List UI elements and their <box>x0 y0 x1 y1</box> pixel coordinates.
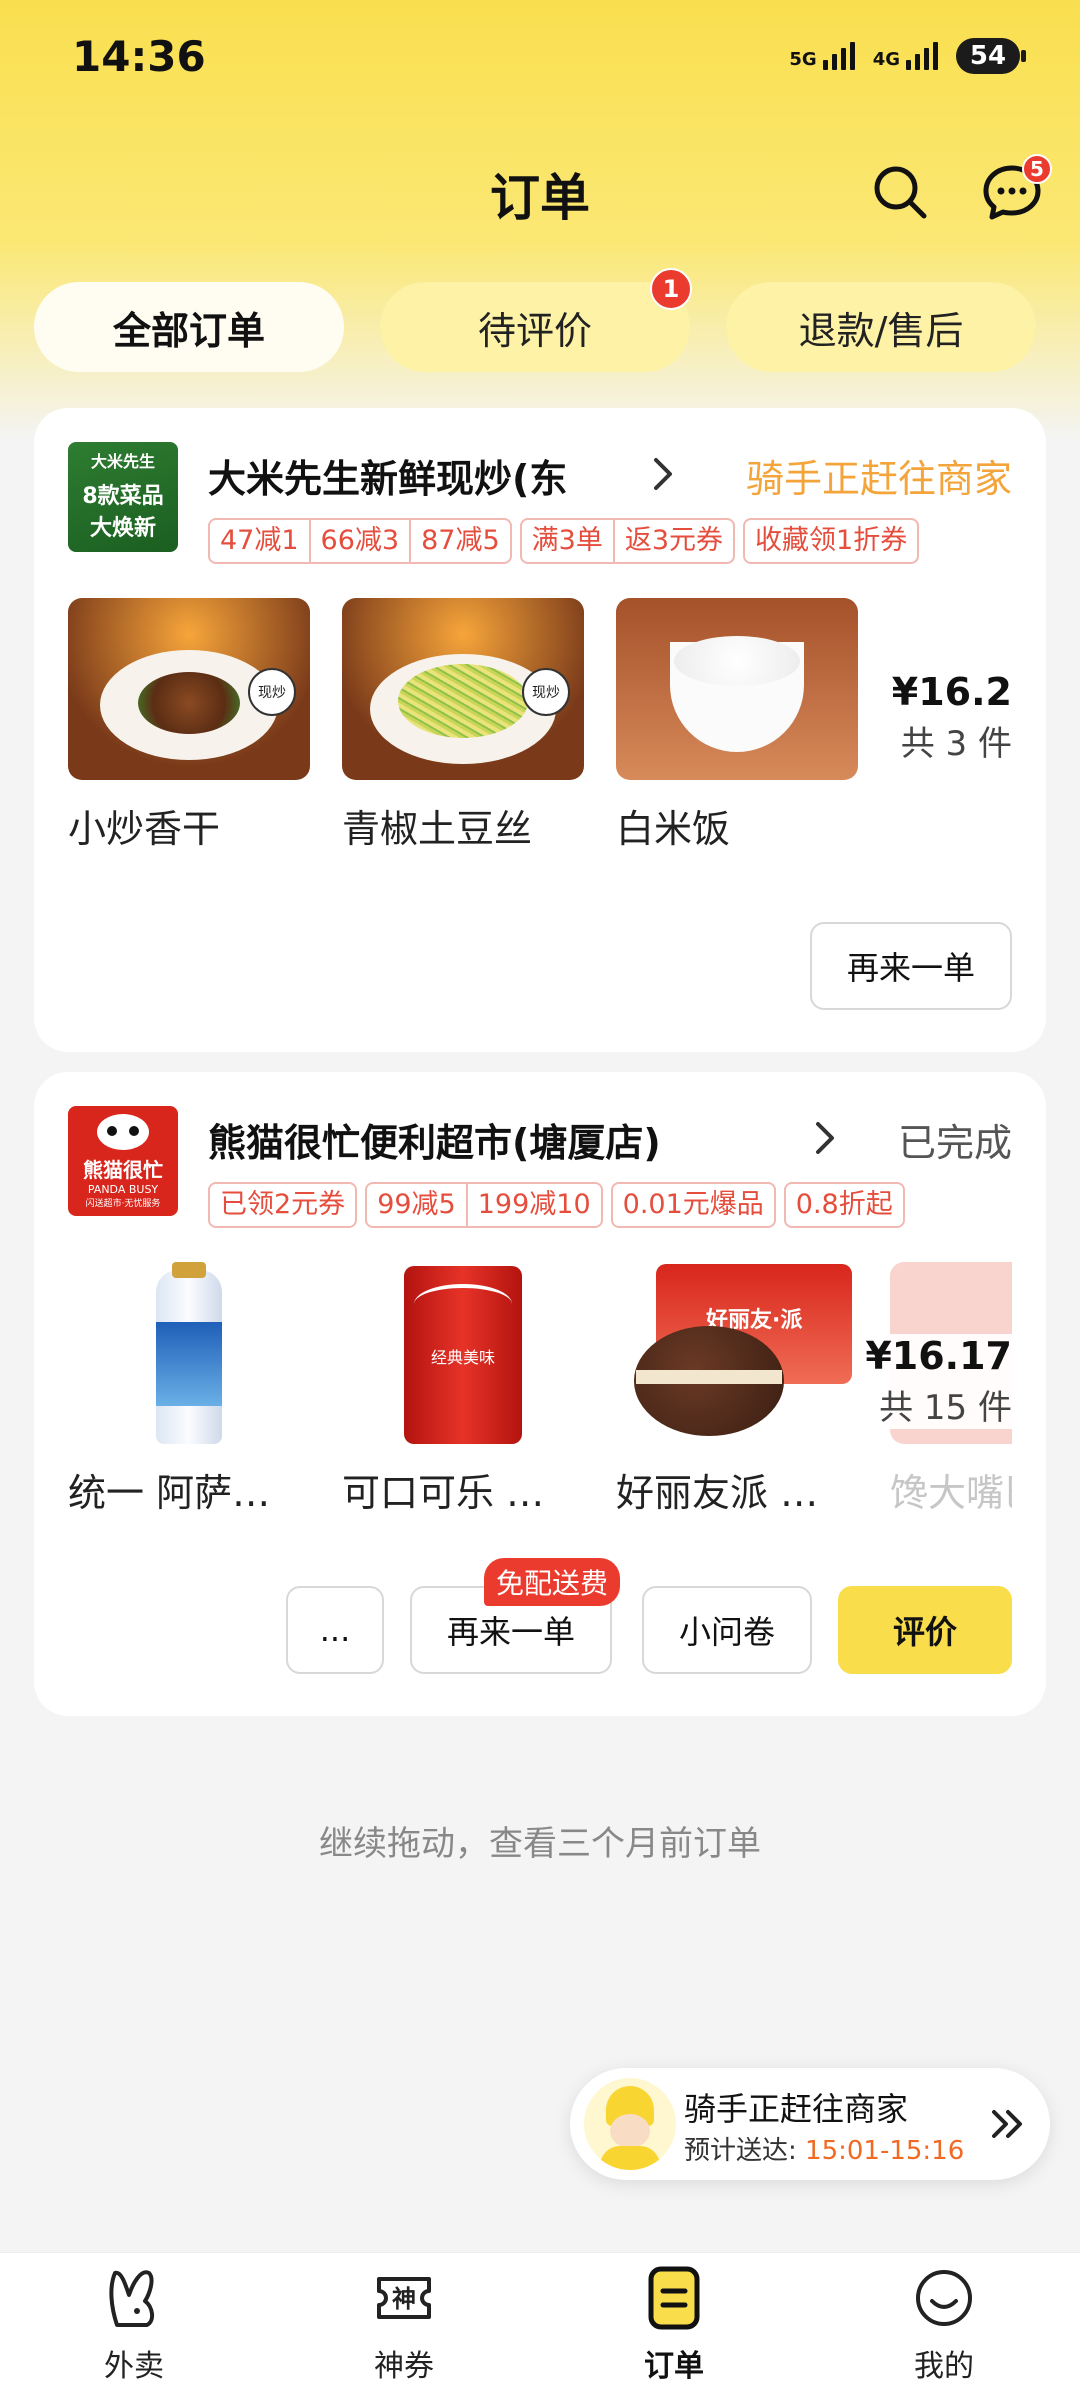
search-icon[interactable] <box>868 160 932 224</box>
item-name: 白米饭 <box>616 807 731 851</box>
store-logo: 大米先生 8款菜品 大焕新 <box>68 442 178 552</box>
promo-tag: 收藏领1折券 <box>755 525 908 556</box>
promo-tag: 66减3 <box>308 520 410 562</box>
nav-takeout[interactable]: 外卖 <box>44 2263 224 2385</box>
signal-5g-icon: 5G <box>789 42 855 70</box>
rider-status-title: 骑手正赶往商家 <box>684 2090 909 2128</box>
order-tabs: 全部订单 待评价 1 退款/售后 <box>34 268 1046 376</box>
smile-icon <box>916 2270 972 2326</box>
dish-image: 现炒 <box>342 598 584 780</box>
rider-eta: 预计送达: 15:01-15:16 <box>684 2136 965 2166</box>
promo-tag: 99减5 <box>377 1189 456 1220</box>
review-button[interactable]: 评价 <box>838 1586 1012 1674</box>
order-card[interactable]: 熊猫很忙 PANDA BUSY 闪送超市·无忧服务 熊猫很忙便利超市(塘厦店) … <box>34 1072 1046 1716</box>
promo-tags: 47减1 66减3 87减5 满3单 返3元券 收藏领1折券 <box>208 518 920 564</box>
product-image: 好丽友·派 <box>616 1262 858 1444</box>
fresh-cook-tag: 现炒 <box>522 668 570 716</box>
nav-me[interactable]: 我的 <box>854 2263 1034 2385</box>
status-bar: 14:36 5G 4G 54 <box>0 0 1080 120</box>
status-time: 14:36 <box>72 32 206 81</box>
order-item[interactable]: 统一 阿萨… <box>68 1262 310 1517</box>
store-logo: 熊猫很忙 PANDA BUSY 闪送超市·无忧服务 <box>68 1106 178 1216</box>
dish-image <box>616 598 858 780</box>
order-items[interactable]: 现炒 小炒香干 现炒 青椒土豆丝 白米饭 <box>68 598 858 853</box>
promo-tag: 返3元券 <box>612 520 733 562</box>
promo-tag: 0.8折起 <box>795 1189 893 1220</box>
signal-4g-icon: 4G <box>873 42 938 70</box>
tab-pending-review[interactable]: 待评价 1 <box>380 268 692 372</box>
free-delivery-tag: 免配送费 <box>483 1558 620 1606</box>
page-header: 订单 5 <box>0 140 1080 240</box>
order-status: 骑手正赶往商家 <box>745 457 1012 501</box>
order-item[interactable]: 现炒 小炒香干 <box>68 598 310 853</box>
rabbit-icon <box>109 2270 154 2327</box>
tab-refund-aftersale[interactable]: 退款/售后 <box>726 282 1036 372</box>
dish-image: 现炒 <box>68 598 310 780</box>
reorder-button[interactable]: 再来一单 <box>810 922 1012 1010</box>
order-item[interactable]: 好丽友·派 好丽友派 … <box>616 1262 858 1517</box>
order-total: ¥16.17 共 15 件 <box>855 1334 1012 1429</box>
item-name: 好丽友派 … <box>616 1471 819 1515</box>
nav-coupons[interactable]: 神 神券 <box>314 2263 494 2385</box>
status-icons: 5G 4G 54 <box>789 38 1026 74</box>
chevron-right-icon[interactable] <box>804 1118 844 1158</box>
promo-tag: 47减1 <box>220 525 299 556</box>
rider-avatar <box>584 2078 676 2170</box>
promo-tag: 0.01元爆品 <box>622 1189 764 1220</box>
load-older-orders-hint: 继续拖动，查看三个月前订单 <box>319 1824 761 1864</box>
chevron-right-icon[interactable] <box>642 454 682 494</box>
order-item-count: 共 15 件 <box>879 1388 1012 1428</box>
order-item-count: 共 3 件 <box>900 724 1012 764</box>
svg-text:神: 神 <box>392 2285 416 2313</box>
coupon-icon: 神 <box>377 2277 431 2319</box>
rider-status-float[interactable]: 骑手正赶往商家 预计送达: 15:01-15:16 <box>570 2068 1050 2180</box>
product-image <box>68 1262 310 1444</box>
more-actions-button[interactable]: ... <box>286 1586 384 1674</box>
item-name: 小炒香干 <box>68 807 221 851</box>
battery-icon: 54 <box>956 38 1026 74</box>
promo-tag: 已领2元券 <box>220 1189 346 1220</box>
store-name[interactable]: 熊猫很忙便利超市(塘厦店) <box>208 1112 661 1167</box>
tab-all-orders[interactable]: 全部订单 <box>34 282 344 372</box>
store-name[interactable]: 大米先生新鲜现炒(东 <box>208 448 567 503</box>
double-chevron-right-icon <box>992 2110 1022 2138</box>
order-card[interactable]: 大米先生 8款菜品 大焕新 大米先生新鲜现炒(东 骑手正赶往商家 47减1 66… <box>34 408 1046 1052</box>
promo-tag: 87减5 <box>409 520 510 562</box>
promo-tags: 已领2元券 99减5 199减10 0.01元爆品 0.8折起 <box>208 1182 905 1228</box>
item-name: 馋大嘴巴 <box>890 1471 1012 1515</box>
order-item[interactable]: 现炒 青椒土豆丝 <box>342 598 584 853</box>
order-price: ¥16.17 <box>865 1334 1012 1378</box>
order-item[interactable]: 经典美味 可口可乐 … <box>342 1262 584 1517</box>
order-list-icon <box>648 2266 700 2330</box>
promo-tag: 满3单 <box>531 525 603 556</box>
pending-review-badge: 1 <box>650 268 692 310</box>
order-item[interactable]: 白米饭 <box>616 598 858 853</box>
order-status: 已完成 <box>897 1121 1012 1165</box>
survey-button[interactable]: 小问卷 <box>642 1586 812 1674</box>
messages-button[interactable]: 5 <box>980 154 1052 232</box>
fresh-cook-tag: 现炒 <box>248 668 296 716</box>
item-name: 可口可乐 … <box>342 1471 545 1515</box>
order-total: ¥16.2 共 3 件 <box>892 670 1012 765</box>
reorder-button[interactable]: 再来一单 免配送费 <box>410 1558 620 1674</box>
promo-tag: 199减10 <box>465 1184 601 1226</box>
order-price: ¥16.2 <box>891 670 1012 714</box>
bottom-nav: 外卖 神 神券 订单 我的 <box>0 2252 1080 2401</box>
nav-orders[interactable]: 订单 <box>584 2263 764 2385</box>
item-name: 统一 阿萨… <box>68 1471 271 1515</box>
message-count-badge: 5 <box>1022 154 1052 184</box>
product-image: 经典美味 <box>342 1262 584 1444</box>
item-name: 青椒土豆丝 <box>342 807 533 851</box>
